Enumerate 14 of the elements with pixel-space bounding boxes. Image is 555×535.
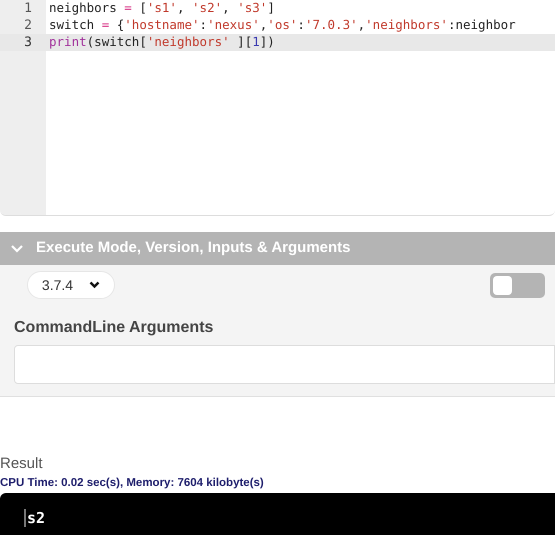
code-line: neighbors = ['s1', 's2', 's3'] [49,0,275,18]
toggle-switch[interactable] [490,272,545,298]
output-text: s2 [27,508,46,529]
arguments-label: CommandLine Arguments [13,318,214,338]
arguments-input[interactable] [14,345,555,384]
result-title: Result [0,455,44,473]
line-number: 2 [23,16,32,35]
line-number: 1 [23,0,32,18]
code-line: switch = {'hostname':'nexus','os':'7.0.3','neighbors':neighbor [49,16,516,34]
chevron-icon [89,281,100,289]
line-number: 3 [23,34,32,52]
version-dropdown[interactable]: 3.7.4 [27,271,115,299]
run-stats: CPU Time: 0.02 sec(s), Memory: 7604 kilobyte(s) [0,476,265,491]
code-line: print(switch['neighbors' ][1]) [49,33,275,52]
